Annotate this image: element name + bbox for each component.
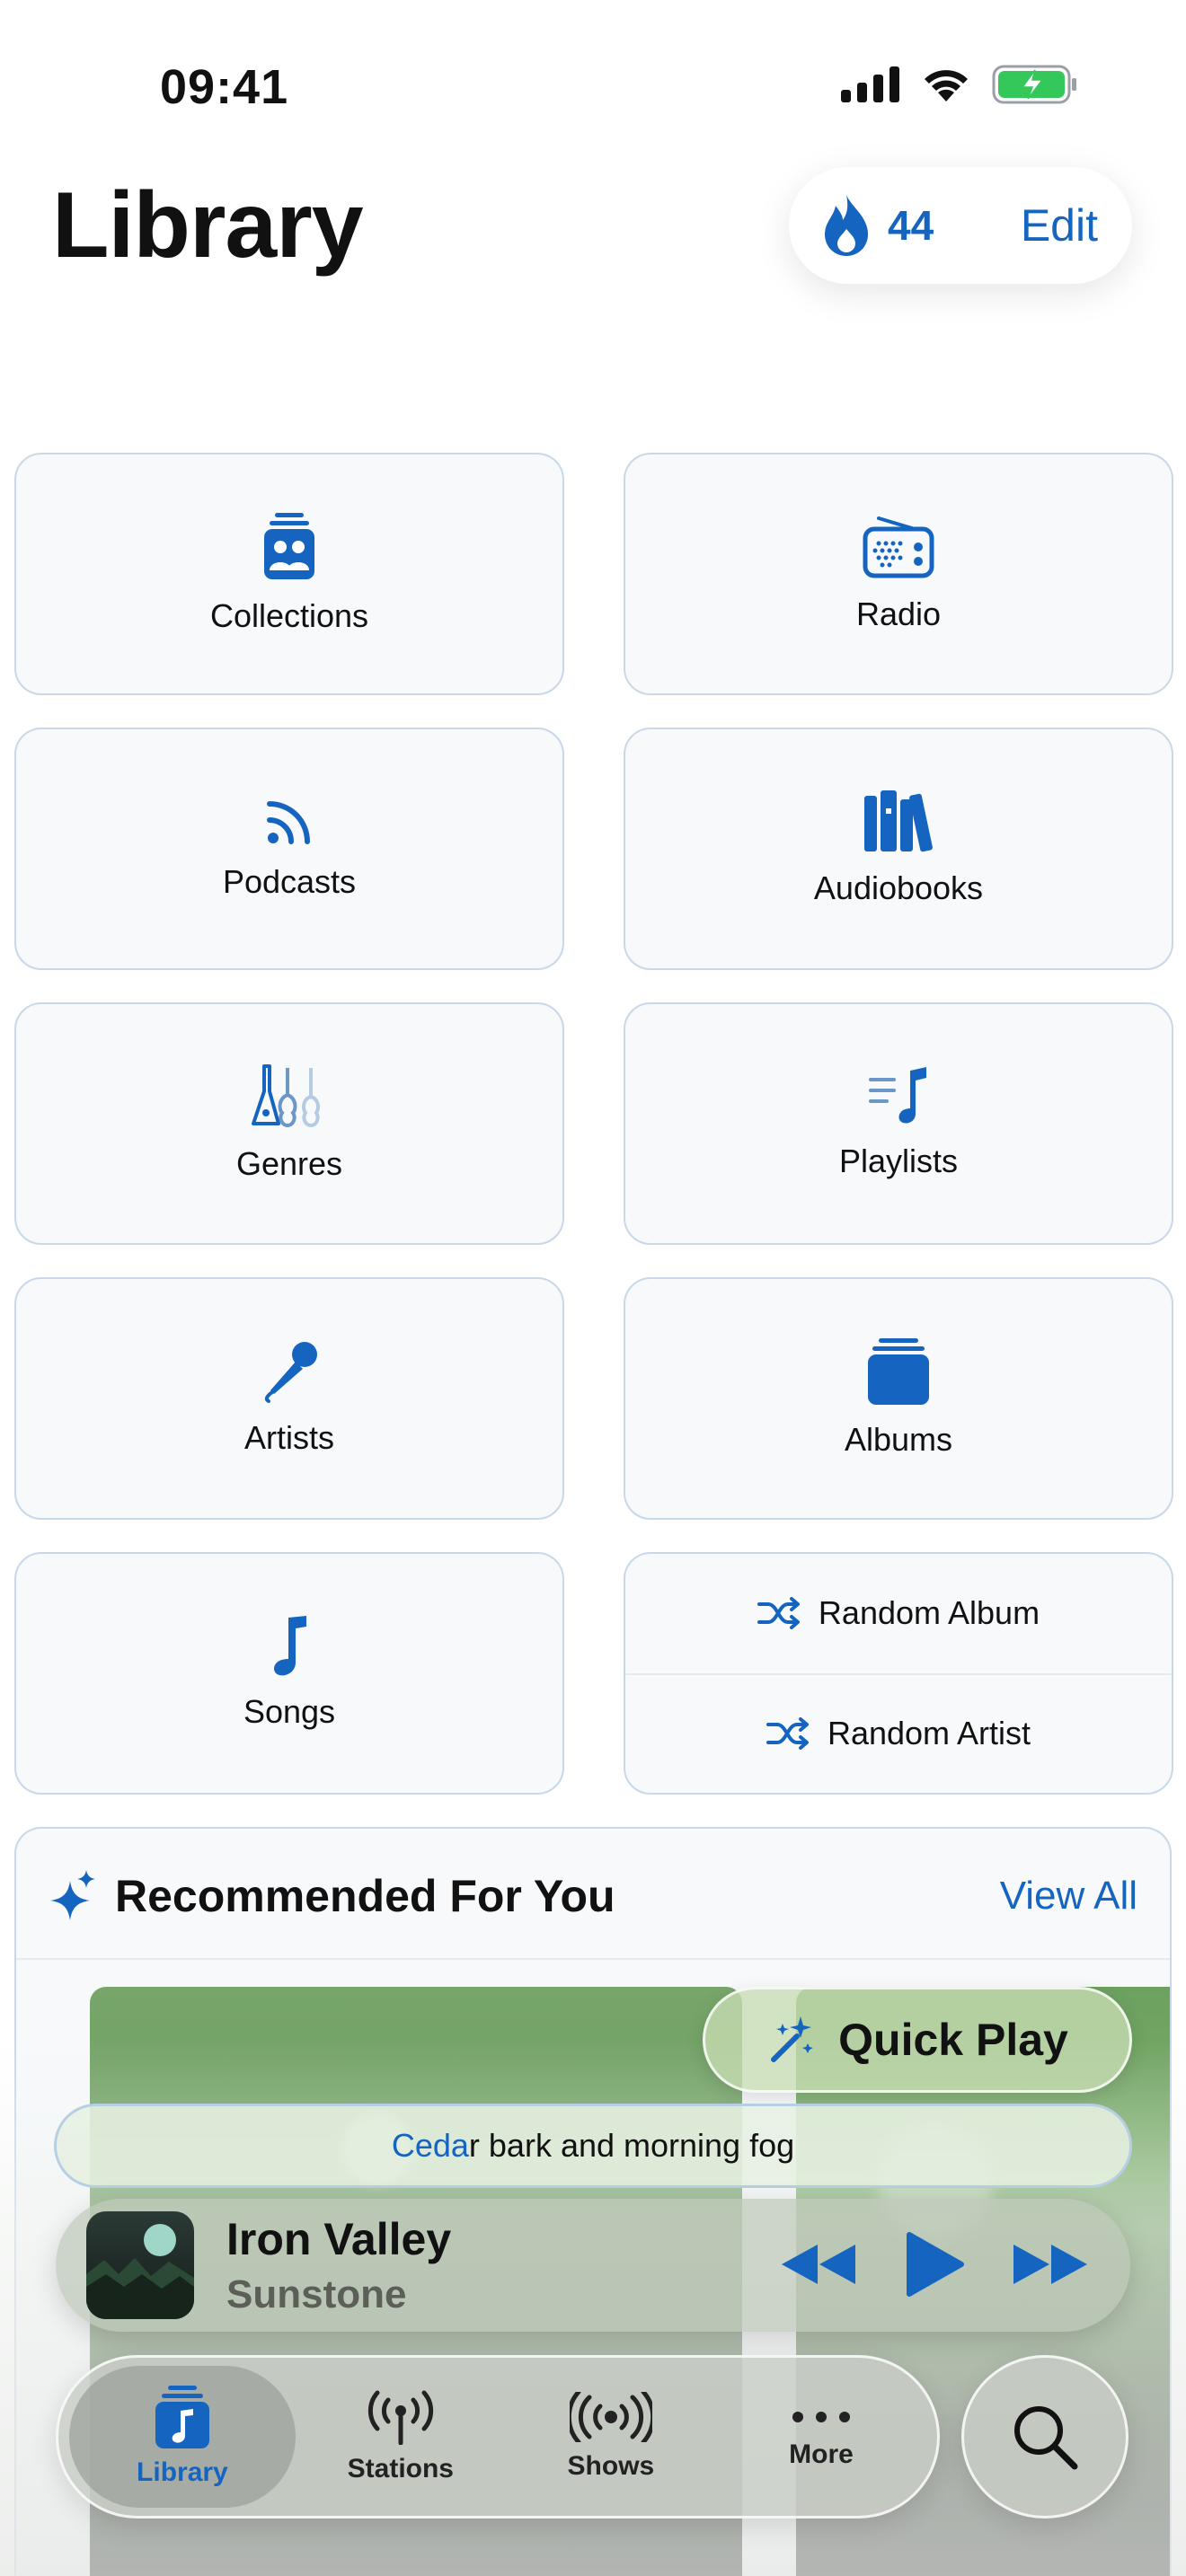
tile-label-radio: Radio [855,595,942,632]
radio-icon [863,516,934,578]
tab-more[interactable]: More [716,2366,926,2508]
battery-charging-icon [992,65,1076,104]
shuffle-icon [766,1717,809,1751]
library-icon [155,2386,209,2448]
signal-icon [841,66,899,102]
view-all-link[interactable]: View All [1000,1874,1137,1919]
status-time: 09:41 [160,60,289,114]
tile-podcasts[interactable]: Podcasts [14,728,564,970]
podcasts-icon [267,801,310,844]
playback-controls [778,2231,1091,2298]
magic-wand-icon [771,2016,814,2062]
suggestion-typed: Ceda [391,2127,469,2164]
rewind-icon[interactable] [778,2241,859,2288]
more-icon [792,2412,850,2422]
tab-stations[interactable]: Stations [296,2366,506,2508]
random-album-label: Random Album [818,1594,1040,1632]
random-album-button[interactable]: Random Album [625,1554,1172,1673]
audiobooks-icon [864,790,933,852]
random-artist-label: Random Artist [827,1715,1031,1752]
mini-player[interactable]: Iron Valley Sunstone [56,2199,1130,2332]
tile-playlists[interactable]: Playlists [624,1002,1173,1245]
tile-radio[interactable]: Radio [624,453,1173,695]
edit-button[interactable]: Edit [1021,199,1098,251]
tile-songs[interactable]: Songs [14,1552,564,1795]
shuffle-icon [757,1597,800,1630]
artists-icon [264,1342,317,1403]
tile-label-collections: Collections [209,597,369,634]
now-playing-artwork [86,2211,194,2319]
tile-random: Random Album Random Artist [624,1552,1173,1795]
sparkles-icon [50,1870,95,1920]
tile-label-playlists: Playlists [838,1142,959,1179]
genres-icon [252,1064,320,1128]
tab-library[interactable]: Library [69,2366,296,2508]
suggestion-field[interactable]: Ceda r bark and morning fog [54,2104,1132,2188]
search-icon [1014,2406,1078,2470]
tile-label-genres: Genres [235,1145,343,1182]
tab-label-stations: Stations [347,2454,454,2483]
flame-icon [825,195,868,256]
albums-icon [868,1338,929,1405]
tile-label-artists: Artists [243,1419,334,1456]
tile-collections[interactable]: Collections [14,453,564,695]
suggestion-completion: r bark and morning fog [468,2127,795,2164]
now-playing-title: Iron Valley [226,2214,452,2264]
tab-label-more: More [789,2439,854,2469]
tile-label-audiobooks: Audiobooks [813,869,984,906]
tile-genres[interactable]: Genres [14,1002,564,1245]
tile-albums[interactable]: Albums [624,1277,1173,1520]
tab-bar: Library Stations Shows More [56,2355,940,2519]
collections-icon [264,513,314,579]
streak-counter[interactable]: 44 [821,193,934,258]
random-artist-button[interactable]: Random Artist [625,1672,1172,1793]
search-button[interactable] [961,2355,1128,2519]
status-icons [841,65,1078,104]
tile-audiobooks[interactable]: Audiobooks [624,728,1173,970]
stations-icon [367,2390,433,2445]
streak-count: 44 [888,202,934,249]
artwork-image [86,2224,194,2319]
tab-shows[interactable]: Shows [506,2366,716,2508]
page-title: Library [52,173,364,278]
quick-play-label: Quick Play [838,2015,1068,2065]
tab-label-shows: Shows [567,2451,655,2481]
playlists-icon [869,1067,926,1124]
quick-play-button[interactable]: Quick Play [703,1987,1132,2093]
shows-icon [569,2392,652,2442]
tab-label-library: Library [137,2457,228,2487]
recommended-header: Recommended For You View All [16,1829,1170,1960]
tile-label-songs: Songs [243,1693,336,1730]
tile-artists[interactable]: Artists [14,1277,564,1520]
play-icon[interactable] [904,2231,965,2298]
tile-label-podcasts: Podcasts [222,863,357,900]
wifi-icon [925,70,968,101]
header-pill: 44 Edit [789,167,1132,284]
recommended-title: Recommended For You [115,1871,615,1921]
now-playing-artist: Sunstone [226,2272,407,2316]
fast-forward-icon[interactable] [1010,2241,1091,2288]
songs-icon [274,1616,306,1676]
tile-label-albums: Albums [844,1421,953,1458]
